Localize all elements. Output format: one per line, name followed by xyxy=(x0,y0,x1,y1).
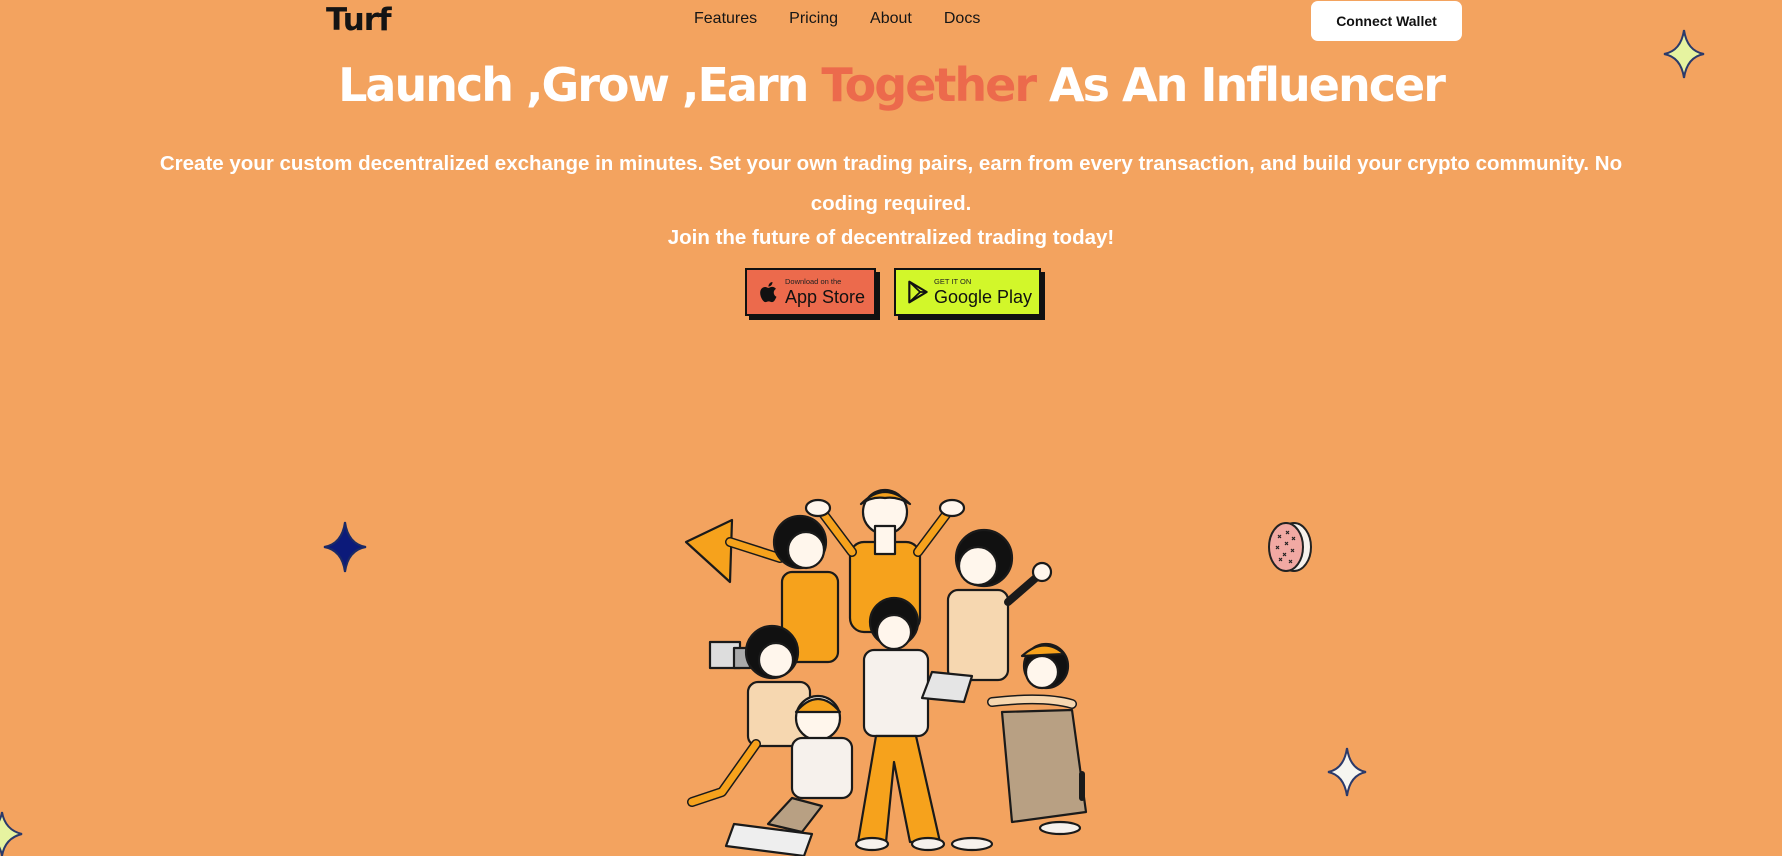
hero-title-accent: Together xyxy=(821,58,1037,112)
team-illustration xyxy=(684,488,1088,856)
logo[interactable]: Turf xyxy=(326,2,392,38)
connect-wallet-button[interactable]: Connect Wallet xyxy=(1311,1,1462,41)
app-store-text: Download on the App Store xyxy=(785,278,865,306)
nav-link-features[interactable]: Features xyxy=(694,10,757,28)
nav-link-about[interactable]: About xyxy=(870,10,912,28)
hero-title-part2: As An Influencer xyxy=(1035,58,1446,112)
sparkle-icon xyxy=(1663,29,1705,79)
google-play-text: GET IT ON Google Play xyxy=(934,278,1032,306)
nav-link-docs[interactable]: Docs xyxy=(944,10,980,28)
apple-icon xyxy=(760,282,777,303)
top-navbar: Turf Features Pricing About Docs Connect… xyxy=(0,0,1782,44)
google-play-button[interactable]: GET IT ON Google Play xyxy=(894,268,1041,316)
app-store-label: App Store xyxy=(785,286,866,307)
hero-subtitle: Create your custom decentralized exchang… xyxy=(159,152,1623,215)
sparkle-icon xyxy=(1327,747,1367,797)
nav-links: Features Pricing About Docs xyxy=(694,10,980,28)
hero-title-part1: Launch ,Grow ,Earn xyxy=(338,58,822,112)
hero-join-text: Join the future of decentralized trading… xyxy=(667,226,1115,249)
app-store-small-label: Download on the xyxy=(785,277,842,287)
coin-icon xyxy=(1268,522,1312,572)
play-icon xyxy=(908,280,928,304)
nav-link-pricing[interactable]: Pricing xyxy=(789,10,838,28)
sparkle-icon xyxy=(323,521,367,573)
hero-title: Launch ,Grow ,Earn Together As An Influe… xyxy=(0,58,1782,112)
google-play-small-label: GET IT ON xyxy=(934,277,972,287)
sparkle-icon xyxy=(0,811,23,856)
app-store-button[interactable]: Download on the App Store xyxy=(745,268,876,316)
google-play-label: Google Play xyxy=(934,286,1033,307)
